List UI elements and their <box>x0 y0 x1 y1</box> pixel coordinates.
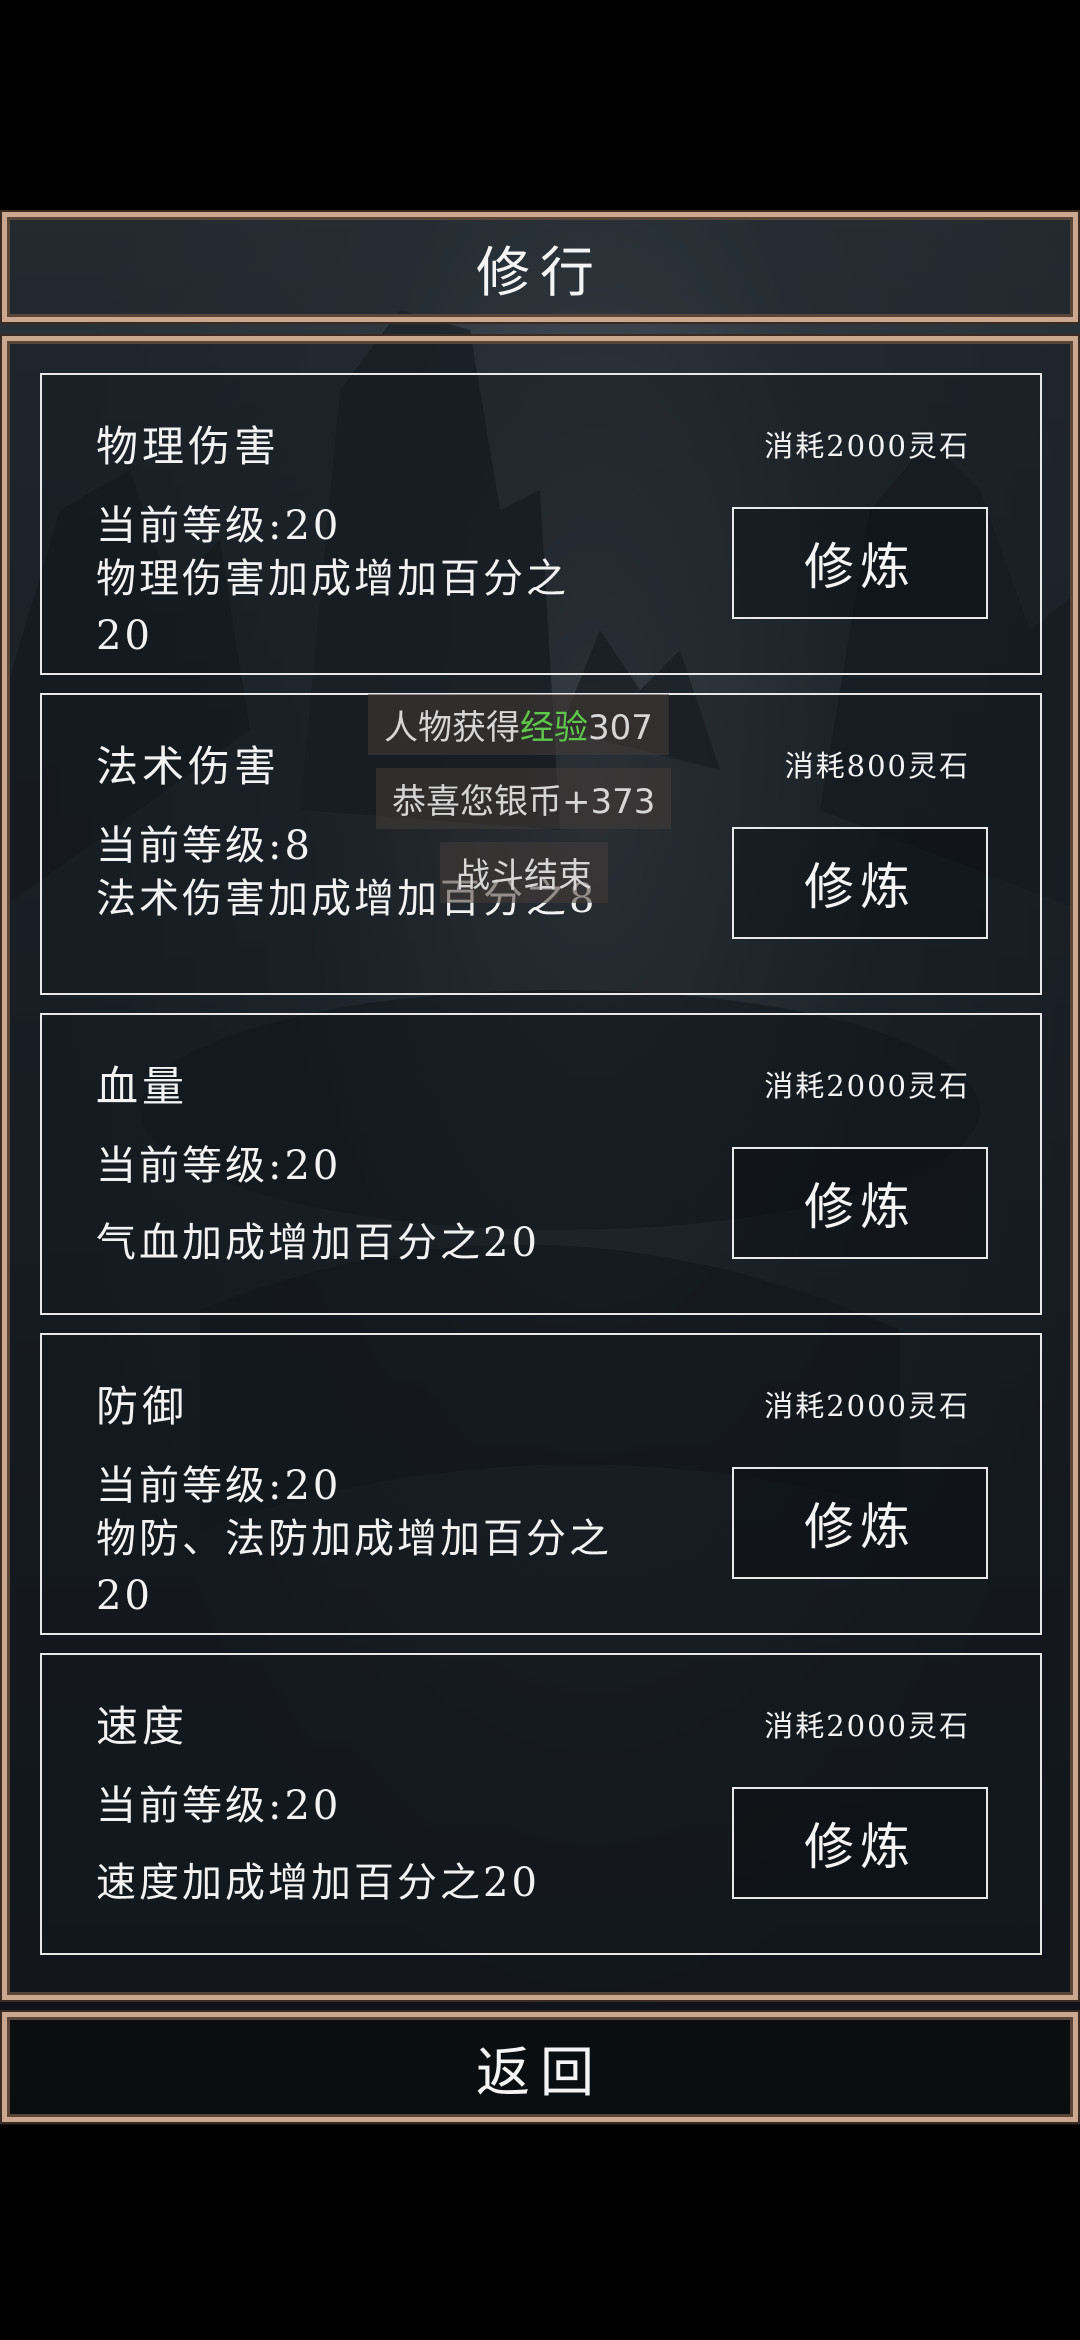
train-button[interactable]: 修炼 <box>732 1147 988 1259</box>
card-level: 当前等级:20 <box>96 1143 342 1189</box>
title-bar: 修行 <box>2 212 1078 322</box>
card-level: 当前等级:20 <box>96 1783 342 1829</box>
card-description: 速度加成增加百分之20 <box>96 1860 540 1906</box>
card-level: 当前等级:20 <box>96 1463 342 1509</box>
toast-battle-end: 战斗结束 <box>440 842 608 903</box>
card-level: 当前等级:20 <box>96 503 342 549</box>
page-title: 修行 <box>476 240 604 304</box>
train-button[interactable]: 修炼 <box>732 1467 988 1579</box>
train-button[interactable]: 修炼 <box>732 827 988 939</box>
card-defense: 防御 消耗2000灵石 当前等级:20 物防、法防加成增加百分之20 修炼 <box>40 1333 1042 1635</box>
card-title: 物理伤害 <box>96 422 281 471</box>
card-cost: 消耗2000灵石 <box>764 429 970 463</box>
card-title: 法术伤害 <box>96 742 281 791</box>
back-label: 返回 <box>476 2040 604 2104</box>
card-description: 气血加成增加百分之20 <box>96 1220 540 1266</box>
card-description: 物防、法防加成增加百分之20 <box>96 1516 612 1619</box>
card-cost: 消耗2000灵石 <box>764 1389 970 1423</box>
back-button[interactable]: 返回 <box>2 2012 1078 2122</box>
toast-experience: 人物获得经验307 <box>368 694 669 755</box>
card-physical-damage: 物理伤害 消耗2000灵石 当前等级:20 物理伤害加成增加百分之20 修炼 <box>40 373 1042 675</box>
train-button[interactable]: 修炼 <box>732 507 988 619</box>
toast-exp-prefix: 人物获得 <box>384 708 520 748</box>
card-cost: 消耗800灵石 <box>784 749 970 783</box>
toast-silver: 恭喜您银币+373 <box>376 768 672 829</box>
card-title: 防御 <box>96 1382 189 1431</box>
toast-exp-highlight: 经验 <box>520 708 588 748</box>
card-cost: 消耗2000灵石 <box>764 1069 970 1103</box>
train-button[interactable]: 修炼 <box>732 1787 988 1899</box>
card-health: 血量 消耗2000灵石 当前等级:20 气血加成增加百分之20 修炼 <box>40 1013 1042 1315</box>
card-description: 物理伤害加成增加百分之20 <box>96 556 569 659</box>
card-title: 血量 <box>96 1062 189 1111</box>
card-title: 速度 <box>96 1702 189 1751</box>
card-level: 当前等级:8 <box>96 823 313 869</box>
card-speed: 速度 消耗2000灵石 当前等级:20 速度加成增加百分之20 修炼 <box>40 1653 1042 1955</box>
card-cost: 消耗2000灵石 <box>764 1709 970 1743</box>
toast-exp-value: 307 <box>588 708 653 748</box>
